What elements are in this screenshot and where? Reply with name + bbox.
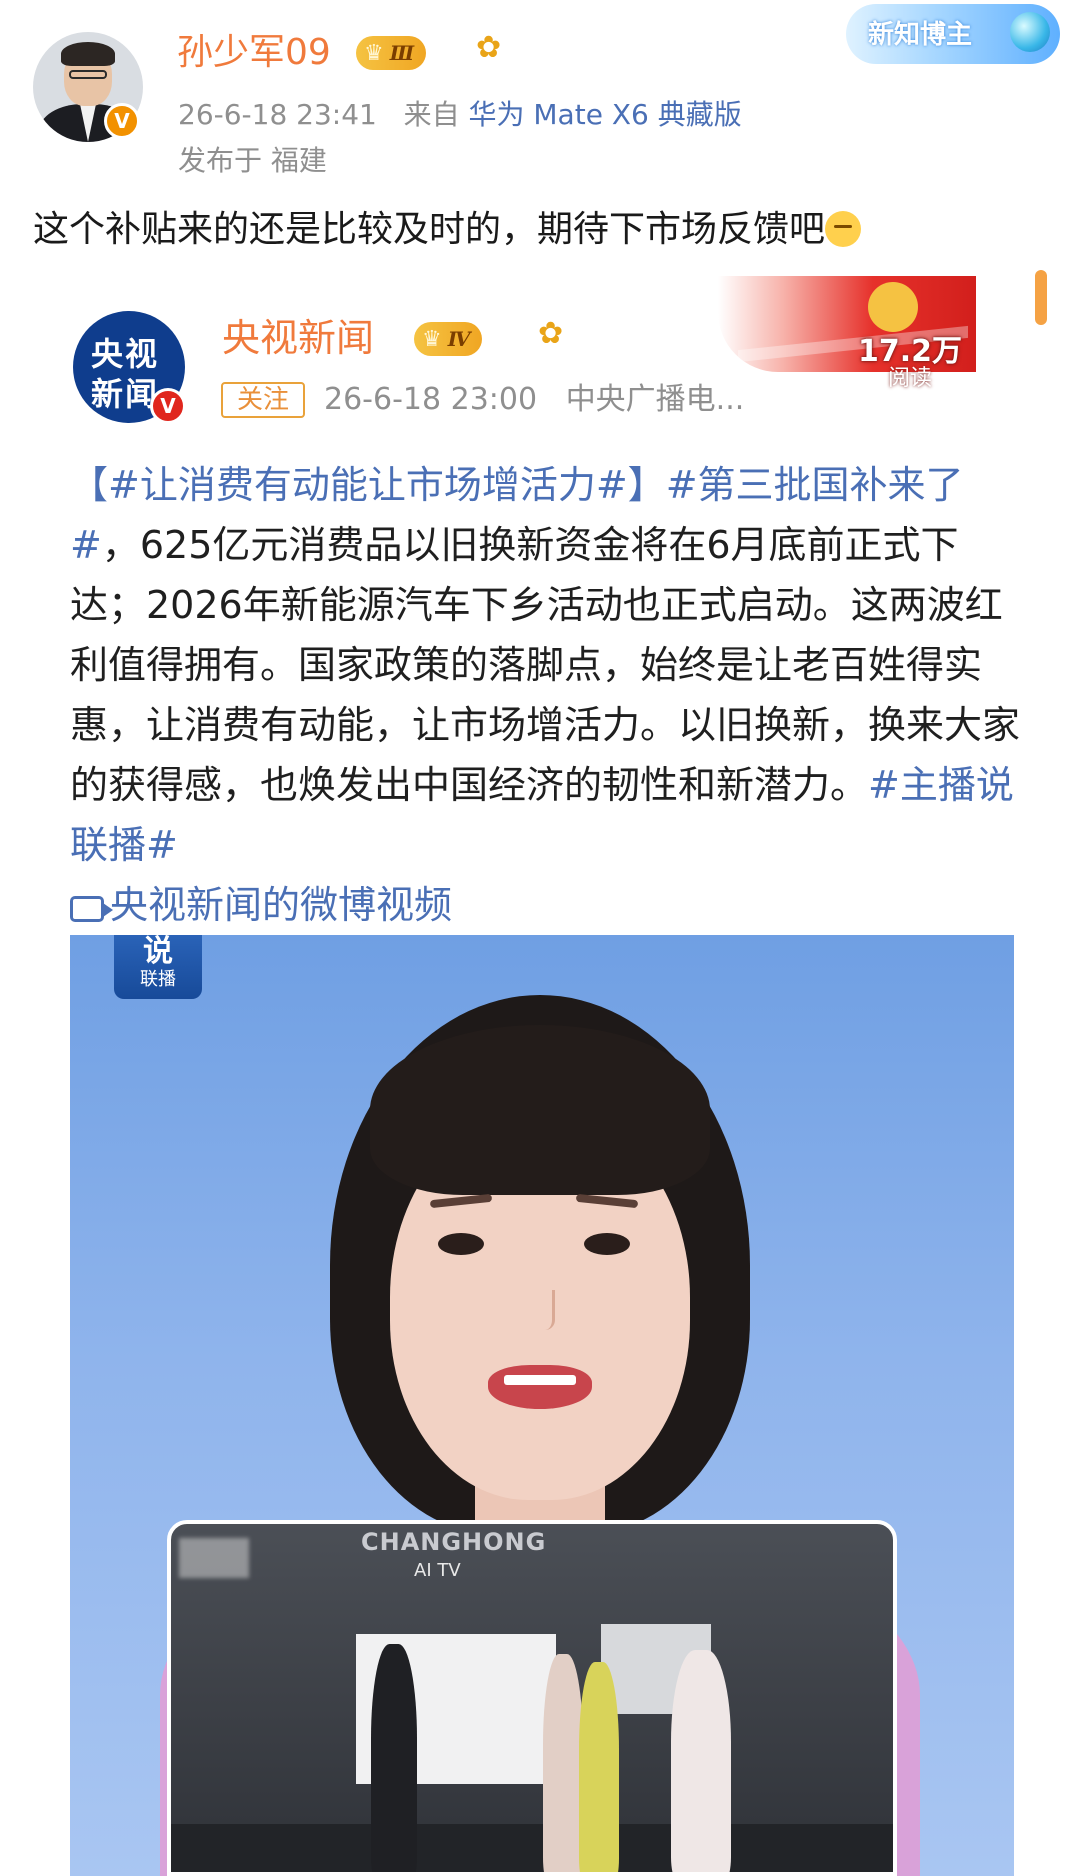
repost-meta: 26-6-18 23:00 中央广播电... bbox=[324, 382, 744, 418]
verified-badge: V bbox=[104, 103, 140, 139]
post-body: 这个补贴来的还是比较及时的，期待下市场反馈吧 bbox=[33, 209, 826, 250]
inset-person bbox=[579, 1662, 619, 1872]
repost-account-name[interactable]: 央视新闻 bbox=[222, 315, 374, 361]
inset-sub-label: AI TV bbox=[414, 1560, 461, 1581]
hashtag-link[interactable]: 【#让消费有动能让市场增活力#】 bbox=[70, 463, 666, 507]
username[interactable]: 孙少军09 bbox=[177, 30, 331, 76]
repost-source: 中央广播电... bbox=[565, 382, 745, 417]
location-prefix: 发布于 bbox=[178, 144, 263, 177]
device-link[interactable]: 华为 Mate X6 典藏版 bbox=[469, 98, 742, 131]
vip-rank-badge[interactable]: ♛ Ⅲ bbox=[356, 36, 427, 70]
video-link-label: 央视新闻的微博视频 bbox=[110, 883, 453, 927]
inset-brand: CHANGHONG bbox=[361, 1528, 547, 1556]
globe-icon bbox=[1010, 12, 1050, 52]
rank-label: Ⅳ bbox=[447, 327, 471, 351]
badge-label: 新知博主 bbox=[868, 20, 973, 50]
inset-shelf bbox=[171, 1824, 893, 1872]
repost-body: 【#让消费有动能让市场增活力#】#第三批国补来了#，625亿元消费品以旧换新资金… bbox=[70, 455, 1020, 935]
inset-video-frame: CHANGHONG AI TV bbox=[167, 1520, 897, 1876]
logo-line-2: 新闻 bbox=[91, 375, 160, 413]
new-blogger-badge[interactable]: 新知博主 bbox=[846, 4, 1060, 64]
inset-person bbox=[543, 1654, 583, 1872]
follow-button[interactable]: 关注 bbox=[221, 382, 305, 418]
anchor-bangs bbox=[370, 1025, 710, 1195]
left-eye bbox=[438, 1233, 484, 1255]
inset-person bbox=[371, 1644, 417, 1872]
vip-rank-badge[interactable]: ♛ Ⅳ bbox=[414, 322, 483, 356]
video-icon bbox=[70, 896, 113, 922]
repost-timestamp: 26-6-18 23:00 bbox=[324, 382, 538, 417]
scrollbar[interactable] bbox=[1035, 270, 1047, 325]
post-text: 这个补贴来的还是比较及时的，期待下市场反馈吧 bbox=[33, 205, 862, 255]
video-player[interactable]: 说 联播 CHANGHONG AI TV bbox=[70, 935, 1014, 1876]
post-meta: 26-6-18 23:41 来自 华为 Mate X6 典藏版 bbox=[178, 97, 742, 133]
crown-icon: ♛ bbox=[422, 326, 442, 352]
show-logo-top: 说 bbox=[143, 935, 173, 969]
verified-badge: V bbox=[150, 388, 186, 424]
crown-icon: ♛ bbox=[364, 40, 384, 66]
sunflower-icon: ✿ bbox=[538, 316, 564, 351]
post-timestamp: 26-6-18 23:41 bbox=[178, 98, 377, 131]
thinking-emoji-icon bbox=[825, 211, 862, 247]
sunflower-icon: ✿ bbox=[476, 30, 502, 65]
location-value: 福建 bbox=[270, 144, 327, 177]
source-prefix: 来自 bbox=[403, 98, 460, 131]
rank-label: Ⅲ bbox=[389, 41, 415, 65]
show-logo: 说 联播 bbox=[114, 935, 202, 999]
inset-person bbox=[671, 1650, 731, 1872]
anchor-mouth bbox=[488, 1365, 592, 1409]
video-link[interactable]: 央视新闻的微博视频 bbox=[70, 883, 452, 927]
anchor-nose bbox=[528, 1290, 555, 1330]
right-eye bbox=[584, 1233, 630, 1255]
post-location: 发布于 福建 bbox=[178, 143, 327, 179]
read-label: 阅读 bbox=[888, 366, 933, 391]
show-logo-bottom: 联播 bbox=[140, 969, 176, 990]
inset-channel-logo bbox=[179, 1538, 249, 1578]
